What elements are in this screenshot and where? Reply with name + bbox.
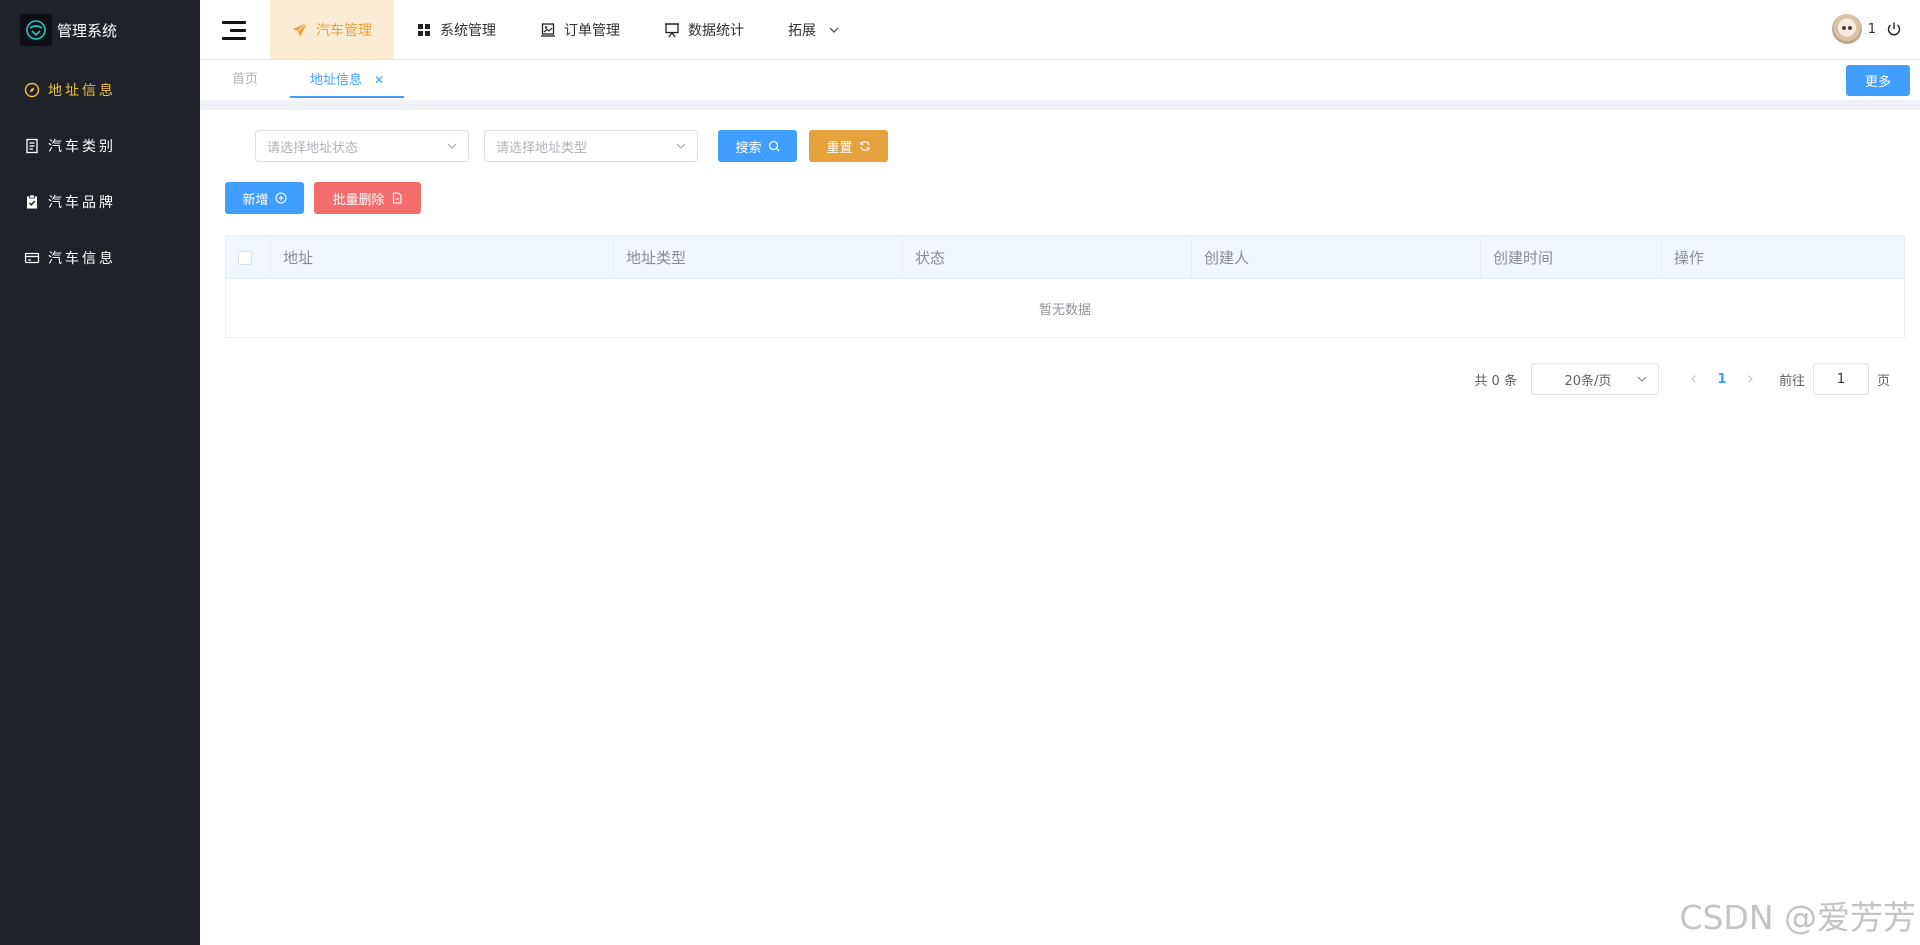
column-address-type: 地址类型: [614, 236, 903, 279]
menu-toggle-icon[interactable]: [222, 20, 246, 40]
tag-address-info[interactable]: 地址信息 ✕: [290, 70, 405, 98]
document-remove-icon: [391, 192, 403, 204]
next-page-icon[interactable]: [1739, 374, 1761, 384]
chevron-down-icon: [828, 24, 840, 36]
sidebar: 管理系统 地址信息 汽车类别 汽车品牌 汽车信息: [0, 0, 200, 945]
top-nav-car-management[interactable]: 汽车管理: [270, 0, 394, 59]
table-header: 地址 地址类型 状态 创建人 创建时间 操作: [226, 236, 1904, 279]
brand-title: 管理系统: [57, 21, 118, 40]
pagination-total: 共 0 条: [1474, 373, 1517, 389]
tag-label: 地址信息: [310, 73, 363, 88]
tags-bar: 首页 地址信息 ✕ 更多: [200, 60, 1920, 100]
column-operations: 操作: [1674, 249, 1705, 267]
top-nav: 汽车管理 系统管理 订单管理 数据统计 拓展: [270, 0, 862, 59]
document-icon: [24, 138, 40, 154]
sidebar-item-car-category[interactable]: 汽车类别: [0, 118, 200, 174]
chevron-down-icon: [1636, 373, 1648, 385]
prev-page-icon[interactable]: [1683, 374, 1705, 384]
select-all-checkbox[interactable]: [238, 250, 252, 265]
tag-home[interactable]: 首页: [232, 70, 258, 98]
batch-delete-button[interactable]: 批量删除: [314, 182, 421, 214]
top-nav-label: 订单管理: [564, 22, 620, 39]
address-status-select[interactable]: 请选择地址状态: [255, 130, 469, 162]
close-icon[interactable]: ✕: [374, 73, 384, 87]
watermark: CSDN @爱芳芳: [1679, 898, 1916, 937]
sidebar-item-car-brand[interactable]: 汽车品牌: [0, 174, 200, 230]
presentation-icon: [664, 22, 680, 38]
column-created-time: 创建时间: [1481, 236, 1662, 279]
plus-circle-icon: [274, 192, 287, 204]
compass-icon: [24, 82, 40, 98]
address-type-select[interactable]: 请选择地址类型: [484, 130, 698, 162]
user-name[interactable]: 1: [1868, 22, 1876, 37]
clipboard-check-icon: [24, 194, 40, 210]
button-label: 批量删除: [332, 192, 385, 208]
credit-card-icon: [24, 250, 40, 266]
logo-icon: [20, 14, 52, 46]
sidebar-item-label: 地址信息: [48, 83, 116, 99]
top-nav-label: 系统管理: [440, 22, 496, 39]
sidebar-item-label: 汽车类别: [48, 139, 116, 155]
button-label: 新增: [242, 192, 269, 208]
top-nav-extension[interactable]: 拓展: [766, 0, 862, 59]
grid-icon: [416, 22, 432, 38]
page-unit-label: 页: [1876, 373, 1890, 389]
picture-icon: [540, 22, 556, 38]
search-icon: [768, 140, 780, 152]
sidebar-item-label: 汽车品牌: [48, 195, 116, 211]
main-content: 请选择地址状态 请选择地址类型 搜索 重置 新增 批量删除 地址 地址类型 状态…: [200, 110, 1920, 945]
top-nav-label: 汽车管理: [316, 22, 372, 39]
top-nav-label: 拓展: [788, 22, 816, 39]
top-header: 汽车管理 系统管理 订单管理 数据统计 拓展 1: [200, 0, 1920, 60]
column-address: 地址: [271, 236, 614, 279]
table-empty: 暂无数据: [1038, 302, 1091, 318]
select-all-cell: [226, 236, 271, 279]
chevron-down-icon: [446, 140, 458, 152]
button-label: 重置: [826, 140, 853, 156]
reset-button[interactable]: 重置: [809, 130, 888, 162]
paper-plane-icon: [292, 22, 308, 38]
top-nav-order-management[interactable]: 订单管理: [518, 0, 642, 59]
address-table: 地址 地址类型 状态 创建人 创建时间 操作 暂无数据: [225, 235, 1905, 338]
chevron-down-icon: [675, 140, 687, 152]
refresh-icon: [859, 140, 871, 152]
page-size-select[interactable]: 20条/页: [1530, 363, 1659, 395]
button-label: 搜索: [735, 140, 762, 156]
column-status: 状态: [903, 236, 1192, 279]
top-nav-label: 数据统计: [688, 22, 744, 39]
select-placeholder: 请选择地址状态: [267, 140, 359, 156]
more-button[interactable]: 更多: [1846, 65, 1910, 96]
add-button[interactable]: 新增: [225, 182, 304, 214]
user-area: 1: [1831, 14, 1902, 44]
sidebar-item-address[interactable]: 地址信息: [0, 62, 200, 118]
sidebar-item-car-info[interactable]: 汽车信息: [0, 230, 200, 286]
page-number-current[interactable]: 1: [1705, 372, 1739, 387]
select-placeholder: 请选择地址类型: [496, 140, 588, 156]
sidebar-item-label: 汽车信息: [48, 251, 116, 267]
top-nav-statistics[interactable]: 数据统计: [642, 0, 766, 59]
tags-divider: [200, 100, 1920, 110]
brand[interactable]: 管理系统: [0, 0, 200, 60]
pagination: 共 0 条 20条/页 1 前往 1 页: [1474, 363, 1890, 395]
page-size-value: 20条/页: [1564, 373, 1612, 389]
search-button[interactable]: 搜索: [718, 130, 797, 162]
power-icon[interactable]: [1886, 21, 1902, 37]
top-nav-system-management[interactable]: 系统管理: [394, 0, 518, 59]
goto-page-input[interactable]: 1: [1812, 363, 1869, 395]
avatar[interactable]: [1831, 14, 1862, 44]
goto-label: 前往: [1778, 373, 1805, 389]
column-creator: 创建人: [1192, 236, 1481, 279]
